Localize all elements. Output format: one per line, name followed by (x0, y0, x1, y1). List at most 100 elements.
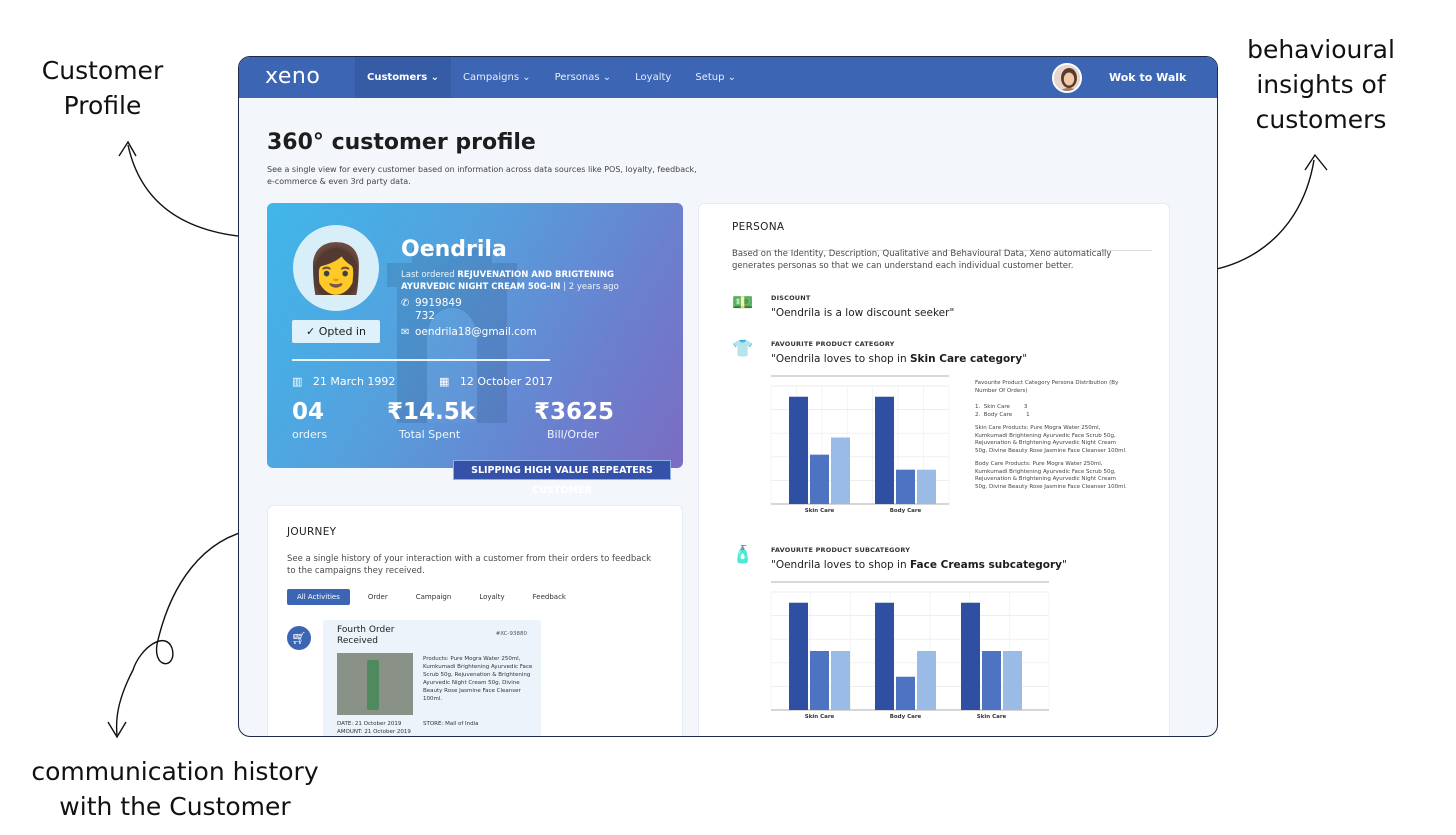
last-ordered-prefix: Last ordered (401, 270, 455, 280)
category-text-bold: Skin Care category (909, 353, 1023, 365)
chart-bar (982, 651, 1001, 710)
stat-orders-label: orders (292, 428, 328, 441)
discount-text: "Oendrila is a low discount seeker" (771, 307, 955, 319)
nav-campaigns[interactable]: Campaigns ⌄ (451, 57, 543, 98)
chart-bar (789, 602, 808, 710)
chart-bar (961, 602, 980, 710)
chart-bar (875, 602, 894, 710)
order-date: DATE: 21 October 2019 (337, 721, 402, 727)
nav-loyalty[interactable]: Loyalty (623, 57, 683, 98)
xeno-logo[interactable]: xeno (265, 64, 320, 89)
page-description: See a single view for every customer bas… (267, 165, 697, 186)
tab-all-activities[interactable]: All Activities (287, 589, 350, 605)
joined-date-value: 12 October 2017 (459, 375, 553, 388)
user-avatar[interactable] (1052, 63, 1082, 93)
legend-item-skin: 1. Skin Care 3 (975, 404, 1028, 410)
email-address: oendrila18@gmail.com (415, 326, 537, 338)
nav-loyalty-label: Loyalty (635, 72, 672, 83)
joined-date: ▦ 12 October 2017 (439, 375, 553, 388)
subcategory-text-pre: "Oendrila loves to shop in (771, 559, 910, 571)
chart-bar (875, 396, 894, 504)
callout-communication-history: communication history with the Customer (31, 757, 319, 821)
phone-row: ✆ 9919849 732 (401, 297, 462, 323)
app-window: xeno Customers ⌄ Campaigns ⌄ Personas ⌄ … (238, 56, 1218, 737)
nav-customers-label: Customers (367, 72, 428, 83)
order-id: #XC-93880 (495, 631, 527, 637)
chevron-down-icon: ⌄ (727, 72, 737, 83)
order-products: Products: Pure Mogra Water 250ml, Kumkum… (423, 656, 533, 702)
cart-icon: 🛒︎ (287, 626, 311, 650)
tab-order[interactable]: Order (358, 589, 398, 605)
cream-bottle-icon: 🧴 (732, 545, 754, 565)
product-tube-icon (367, 660, 379, 710)
product-image (337, 653, 413, 715)
order-event-card[interactable]: Fourth Order Received #XC-93880 Products… (323, 620, 541, 736)
mail-icon: ✉ (401, 327, 410, 338)
tab-campaign[interactable]: Campaign (406, 589, 462, 605)
brand-name[interactable]: Wok to Walk (1109, 57, 1186, 98)
journey-description: See a single history of your interaction… (287, 554, 652, 576)
legend-body-note: Body Care Products: Pure Mogra Water 250… (975, 461, 1127, 490)
stat-bill-label: Bill/Order (547, 428, 599, 441)
stat-orders-value: 04 (292, 399, 325, 425)
page-title: 360° customer profile (267, 130, 536, 155)
birthday-value: 21 March 1992 (312, 375, 396, 388)
customer-avatar-icon: 👩 (293, 225, 379, 311)
x-tick-label: Skin Care (977, 714, 1007, 720)
subcategory-text-post: " (1062, 559, 1067, 571)
category-text-post: " (1022, 353, 1028, 365)
order-title: Fourth Order Received (337, 625, 395, 646)
subcategory-text-bold: Face Creams subcategory (909, 559, 1062, 571)
last-ordered-time: | 2 years ago (563, 282, 619, 292)
email-row: ✉ oendrila18@gmail.com (401, 326, 537, 338)
chart-bar (917, 469, 936, 504)
subcategory-text: "Oendrila loves to shop in Face Creams s… (771, 559, 1067, 571)
tab-loyalty[interactable]: Loyalty (469, 589, 514, 605)
legend-title: Favourite Product Category Persona Distr… (975, 380, 1119, 394)
birthday: ▥ 21 March 1992 (292, 375, 395, 388)
nav-personas[interactable]: Personas ⌄ (543, 57, 624, 98)
category-text: "Oendrila loves to shop in Skin Care cat… (771, 353, 1027, 365)
chart-bar (917, 651, 936, 710)
calendar-icon: ▦ (439, 375, 450, 388)
journey-card: JOURNEY See a single history of your int… (267, 505, 683, 736)
last-ordered: Last ordered REJUVENATION AND BRIGTENING… (401, 269, 626, 293)
tshirt-icon: 👕 (732, 339, 754, 359)
category-bar-chart: Skin Care Body Care (770, 375, 950, 514)
profile-divider (292, 359, 550, 361)
journey-tabs: All Activities Order Campaign Loyalty Fe… (287, 589, 576, 605)
discount-label: DISCOUNT (771, 294, 811, 302)
order-amount: AMOUNT: 21 October 2019 (337, 729, 411, 735)
journey-header: JOURNEY (287, 526, 337, 538)
nav-personas-label: Personas (554, 72, 600, 83)
legend-skin-note: Skin Care Products: Pure Mogra Water 250… (975, 425, 1127, 454)
callout-customer-profile: Customer Profile (41, 56, 164, 120)
x-tick-label: Skin Care (805, 714, 835, 720)
legend-item-body: 2. Body Care 1 (975, 411, 1030, 418)
x-tick-label: Skin Care (805, 508, 835, 514)
nav-setup[interactable]: Setup ⌄ (683, 57, 748, 98)
top-navbar: xeno Customers ⌄ Campaigns ⌄ Personas ⌄ … (239, 57, 1217, 98)
order-meta: DATE: 21 October 2019 AMOUNT: 21 October… (337, 720, 411, 736)
subcategory-label: FAVOURITE PRODUCT SUBCATEGORY (771, 546, 911, 554)
customer-profile-card: 👩 ✓ Opted in Oendrila Last ordered REJUV… (267, 203, 683, 468)
chevron-down-icon: ⌄ (430, 72, 440, 83)
stat-spent-label: Total Spent (399, 428, 461, 441)
chart-bar (810, 454, 829, 504)
chart-bar (1003, 651, 1022, 710)
persona-description: Based on the Identity, Description, Qual… (732, 249, 1112, 271)
order-store: STORE: Mall of India (423, 721, 479, 727)
subcategory-bar-chart: Skin Care Body Care Skin Care (770, 581, 1050, 720)
opted-in-badge: ✓ Opted in (292, 320, 380, 343)
nav-customers[interactable]: Customers ⌄ (355, 57, 452, 98)
x-tick-label: Body Care (890, 714, 922, 720)
chevron-down-icon: ⌄ (602, 72, 612, 83)
stat-bill-value: ₹3625 (534, 399, 615, 425)
cake-icon: ▥ (292, 375, 303, 388)
customer-segment-badge[interactable]: SLIPPING HIGH VALUE REPEATERS CUSTOMER (453, 460, 671, 496)
user-avatar-icon (1054, 65, 1080, 91)
chevron-down-icon: ⌄ (522, 72, 531, 83)
tab-feedback[interactable]: Feedback (523, 589, 576, 605)
chart-bar (831, 651, 850, 710)
customer-name: Oendrila (401, 237, 507, 262)
